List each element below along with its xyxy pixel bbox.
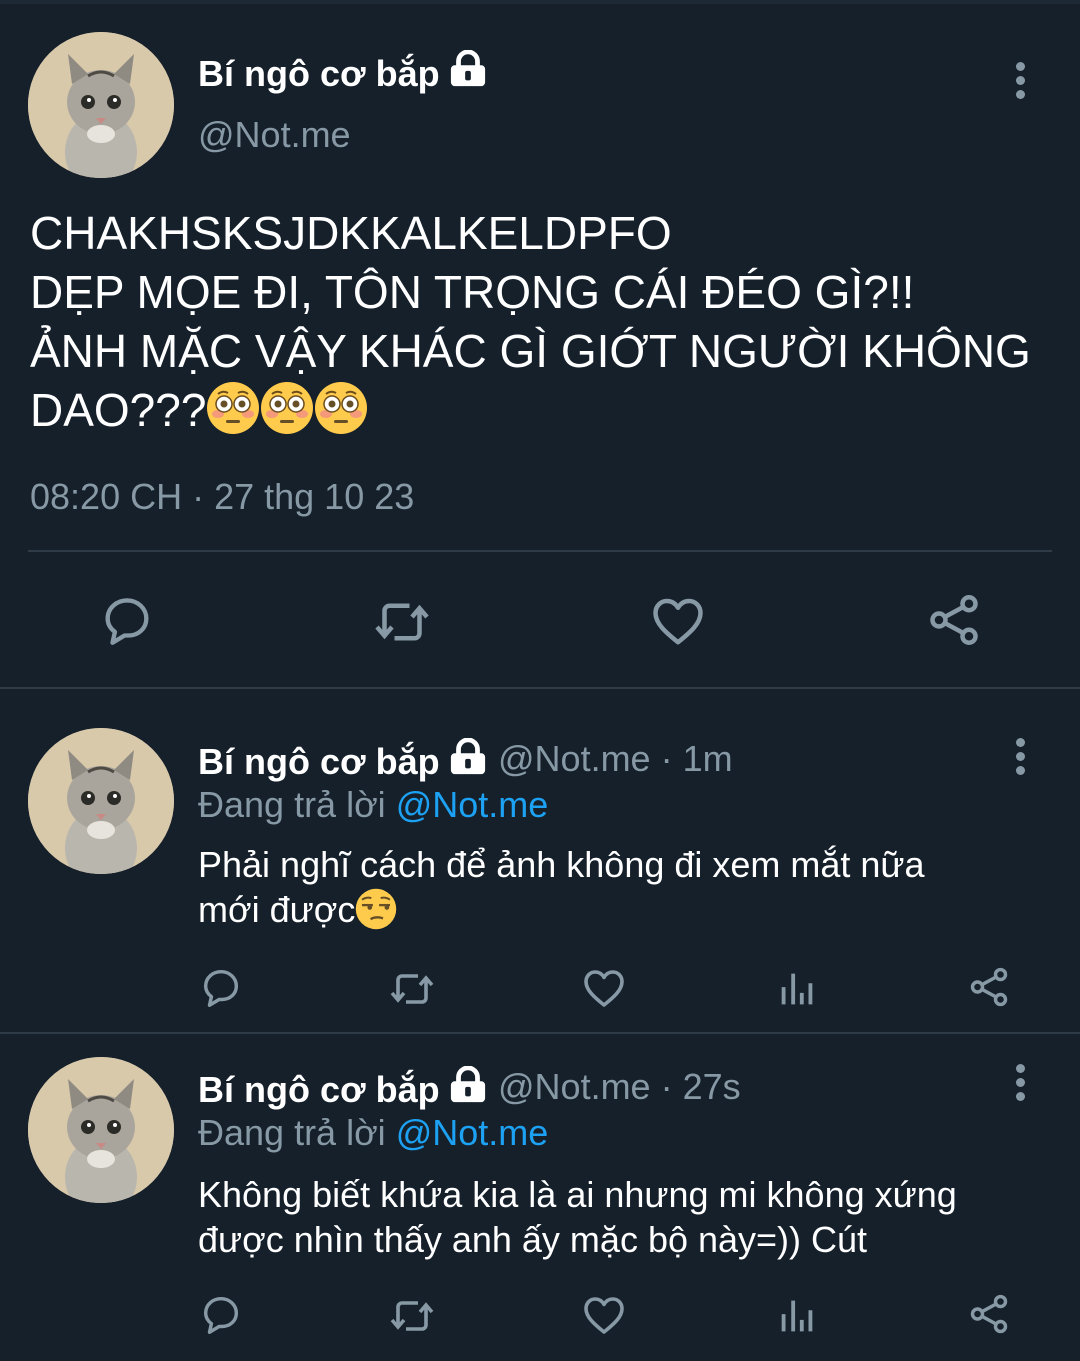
tweet-text-line: CHAKHSKSJDKKALKELDPFO — [30, 207, 672, 259]
cat-avatar-image — [28, 32, 174, 178]
author-name-row[interactable]: Bí ngô cơ bắp — [198, 738, 488, 783]
more-options-icon[interactable] — [1016, 1064, 1028, 1106]
share-icon[interactable] — [966, 1291, 1012, 1337]
reply-text-line: được nhìn thấy anh ấy mặc bộ này=)) Cút — [198, 1219, 868, 1260]
avatar[interactable] — [28, 32, 174, 178]
replying-to-link[interactable]: @Not.me — [396, 784, 549, 825]
reply-text: Phải nghĩ cách để ảnh không đi xem mắt n… — [198, 842, 1058, 932]
reply-text-line-last: mới được — [198, 887, 1058, 932]
reply-icon[interactable] — [98, 592, 156, 650]
author-handle[interactable]: @Not.me — [198, 114, 351, 156]
author-name-row[interactable]: Bí ngô cơ bắp — [198, 50, 488, 95]
retweet-icon[interactable] — [372, 592, 432, 652]
replying-to-link[interactable]: @Not.me — [396, 1112, 549, 1153]
cat-avatar-image — [28, 1057, 174, 1203]
replying-to-label: Đang trả lời — [198, 1112, 386, 1153]
share-icon[interactable] — [924, 590, 984, 650]
lock-icon — [448, 1066, 488, 1104]
analytics-icon[interactable] — [774, 1293, 820, 1339]
tweet-text-fragment: DAO??? — [30, 384, 207, 436]
like-icon[interactable] — [580, 964, 628, 1012]
tweet-text-line-last: DAO??? — [30, 381, 1060, 440]
reply-text-line: Không biết khứa kia là ai nhưng mi không… — [198, 1174, 957, 1215]
flushed-face-icon — [206, 381, 260, 435]
divider — [28, 550, 1052, 552]
more-options-icon[interactable] — [1016, 738, 1028, 780]
tweet-text-line: DẸP MỌE ĐI, TÔN TRỌNG CÁI ĐÉO GÌ?!! — [30, 266, 915, 318]
share-icon[interactable] — [966, 964, 1012, 1010]
like-icon[interactable] — [648, 591, 708, 651]
handle-and-time[interactable]: @Not.me · 27s — [498, 1066, 741, 1108]
reply-text-line: Phải nghĩ cách để ảnh không đi xem mắt n… — [198, 844, 925, 885]
author-name: Bí ngô cơ bắp — [198, 741, 440, 782]
retweet-icon[interactable] — [388, 965, 436, 1013]
reply-icon[interactable] — [198, 1292, 244, 1338]
tweet-timestamp[interactable]: 08:20 CH · 27 thg 10 23 — [30, 476, 414, 518]
retweet-icon[interactable] — [388, 1292, 436, 1340]
author-name-row[interactable]: Bí ngô cơ bắp — [198, 1066, 488, 1111]
tweet-text: CHAKHSKSJDKKALKELDPFO DẸP MỌE ĐI, TÔN TR… — [30, 204, 1060, 440]
flushed-face-icon — [260, 381, 314, 435]
replying-to: Đang trả lời @Not.me — [198, 784, 548, 826]
divider — [0, 687, 1080, 689]
top-edge — [0, 0, 1080, 4]
reply-text-fragment: mới được — [198, 889, 356, 930]
replying-to-label: Đang trả lời — [198, 784, 386, 825]
divider — [0, 1032, 1080, 1034]
handle-and-time[interactable]: @Not.me · 1m — [498, 738, 733, 780]
more-options-icon[interactable] — [1016, 62, 1028, 104]
tweet-text-line: ẢNH MẶC VẬY KHÁC GÌ GIỚT NGƯỜI KHÔNG — [30, 325, 1031, 377]
author-name: Bí ngô cơ bắp — [198, 53, 440, 94]
avatar[interactable] — [28, 728, 174, 874]
avatar[interactable] — [28, 1057, 174, 1203]
replying-to: Đang trả lời @Not.me — [198, 1112, 548, 1154]
unamused-face-icon — [355, 888, 397, 930]
reply-icon[interactable] — [198, 965, 244, 1011]
author-name: Bí ngô cơ bắp — [198, 1069, 440, 1110]
lock-icon — [448, 738, 488, 776]
like-icon[interactable] — [580, 1291, 628, 1339]
reply-text: Không biết khứa kia là ai nhưng mi không… — [198, 1172, 1058, 1262]
analytics-icon[interactable] — [774, 966, 820, 1012]
lock-icon — [448, 50, 488, 88]
flushed-face-icon — [314, 381, 368, 435]
cat-avatar-image — [28, 728, 174, 874]
